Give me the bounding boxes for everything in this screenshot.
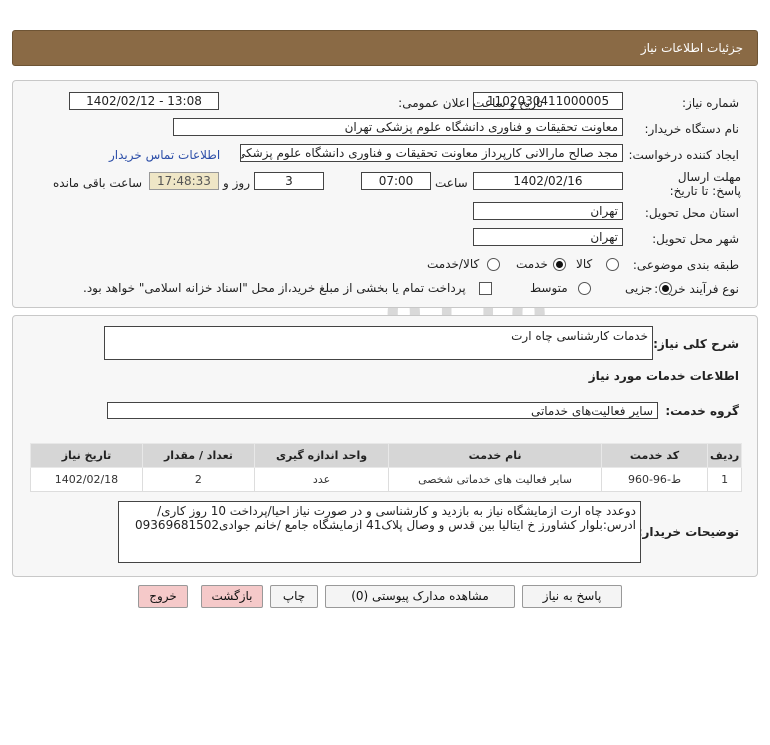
process-radio-medium[interactable] (578, 282, 591, 295)
remaining-label: ساعت باقی مانده (53, 176, 143, 190)
remaining-time-field: 17:48:33 (149, 172, 219, 190)
table-header-row: ردیف کد خدمت نام خدمت واحد اندازه گیری ت… (30, 443, 742, 468)
services-heading: اطلاعات خدمات مورد نیاز (588, 369, 739, 383)
col-need-date: تاریخ نیاز (30, 443, 143, 468)
category-radio-goods[interactable] (606, 258, 619, 271)
reply-button[interactable]: پاسخ به نیاز (522, 585, 622, 608)
creator-label: ایجاد کننده درخواست: (628, 148, 739, 162)
cell-row: 1 (707, 467, 742, 492)
announce-label: تاریخ و ساعت اعلان عمومی: (398, 96, 543, 110)
cell-service-name: سایر فعالیت های خدماتی شخصی (388, 467, 602, 492)
service-group-field[interactable]: سایر فعالیت‌های خدماتی (107, 402, 658, 419)
buyer-notes-label: توضیحات خریدار: (637, 525, 739, 539)
category-radio-service[interactable] (553, 258, 566, 271)
need-number-label: شماره نیاز: (682, 96, 739, 110)
deadline-time-field[interactable]: 07:00 (361, 172, 431, 190)
category-option-goods-service: کالا/خدمت (427, 257, 480, 271)
col-service-code: کد خدمت (600, 443, 709, 468)
view-attachments-button[interactable]: مشاهده مدارک پیوستی (0) (325, 585, 515, 608)
print-button[interactable]: چاپ (270, 585, 318, 608)
cell-need-date: 1402/02/18 (30, 467, 143, 492)
cell-service-code: ط-96-960 (600, 467, 709, 492)
days-field[interactable]: 3 (254, 172, 324, 190)
announce-field[interactable]: 1402/02/12 - 13:08 (69, 92, 219, 110)
service-group-label: گروه خدمت: (665, 404, 739, 418)
col-quantity: تعداد / مقدار (141, 443, 255, 468)
payment-note: پرداخت تمام یا بخشی از مبلغ خرید،از محل … (83, 281, 466, 295)
city-label: شهر محل تحویل: (652, 232, 739, 246)
col-service-name: نام خدمت (388, 443, 602, 468)
category-option-service: خدمت (516, 257, 548, 271)
deadline-label: مهلت ارسال پاسخ: تا تاریخ: (669, 170, 741, 198)
summary-field[interactable]: خدمات کارشناسی چاه ارت (104, 326, 653, 360)
page-header: جزئیات اطلاعات نیاز (12, 30, 758, 66)
col-unit: واحد اندازه گیری (253, 443, 390, 468)
province-label: استان محل تحویل: (644, 206, 739, 220)
exit-button[interactable]: خروج (138, 585, 188, 608)
contact-buyer-link[interactable]: اطلاعات تماس خریدار (109, 148, 220, 162)
province-field[interactable]: تهران (473, 202, 623, 220)
table-row: 1 ط-96-960 سایر فعالیت های خدماتی شخصی ع… (30, 467, 742, 492)
category-radio-goods-service[interactable] (487, 258, 500, 271)
back-button[interactable]: بازگشت (201, 585, 263, 608)
treasury-payment-checkbox[interactable] (479, 282, 492, 295)
process-radio-minor[interactable] (659, 282, 672, 295)
need-info-panel: شماره نیاز: 1102030411000005 تاریخ و ساع… (12, 80, 758, 308)
deadline-date-field[interactable]: 1402/02/16 (473, 172, 623, 190)
need-details-panel: شرح کلی نیاز: خدمات کارشناسی چاه ارت اطل… (12, 315, 758, 577)
page-title: جزئیات اطلاعات نیاز (640, 41, 743, 55)
summary-label: شرح کلی نیاز: (653, 337, 739, 351)
creator-field[interactable]: مجد صالح مارالانی کارپرداز معاونت تحقیقا… (240, 144, 623, 162)
buyer-notes-field[interactable]: دوعدد چاه ارت ازمایشگاه نیاز به بازدید و… (118, 501, 641, 563)
city-field[interactable]: تهران (473, 228, 623, 246)
process-option-minor: جزیی (625, 281, 653, 295)
days-label: روز و (223, 176, 250, 190)
buyer-org-label: نام دستگاه خریدار: (644, 122, 740, 136)
buyer-org-field[interactable]: معاونت تحقیقات و فناوری دانشگاه علوم پزش… (173, 118, 623, 136)
process-option-medium: متوسط (530, 281, 568, 295)
services-table: ردیف کد خدمت نام خدمت واحد اندازه گیری ت… (30, 443, 742, 492)
col-row: ردیف (707, 443, 742, 468)
cell-quantity: 2 (141, 467, 255, 492)
cell-unit: عدد (253, 467, 390, 492)
category-option-goods: کالا (576, 257, 593, 271)
category-label: طبقه بندی موضوعی: (632, 258, 739, 272)
time-label: ساعت (435, 176, 468, 190)
